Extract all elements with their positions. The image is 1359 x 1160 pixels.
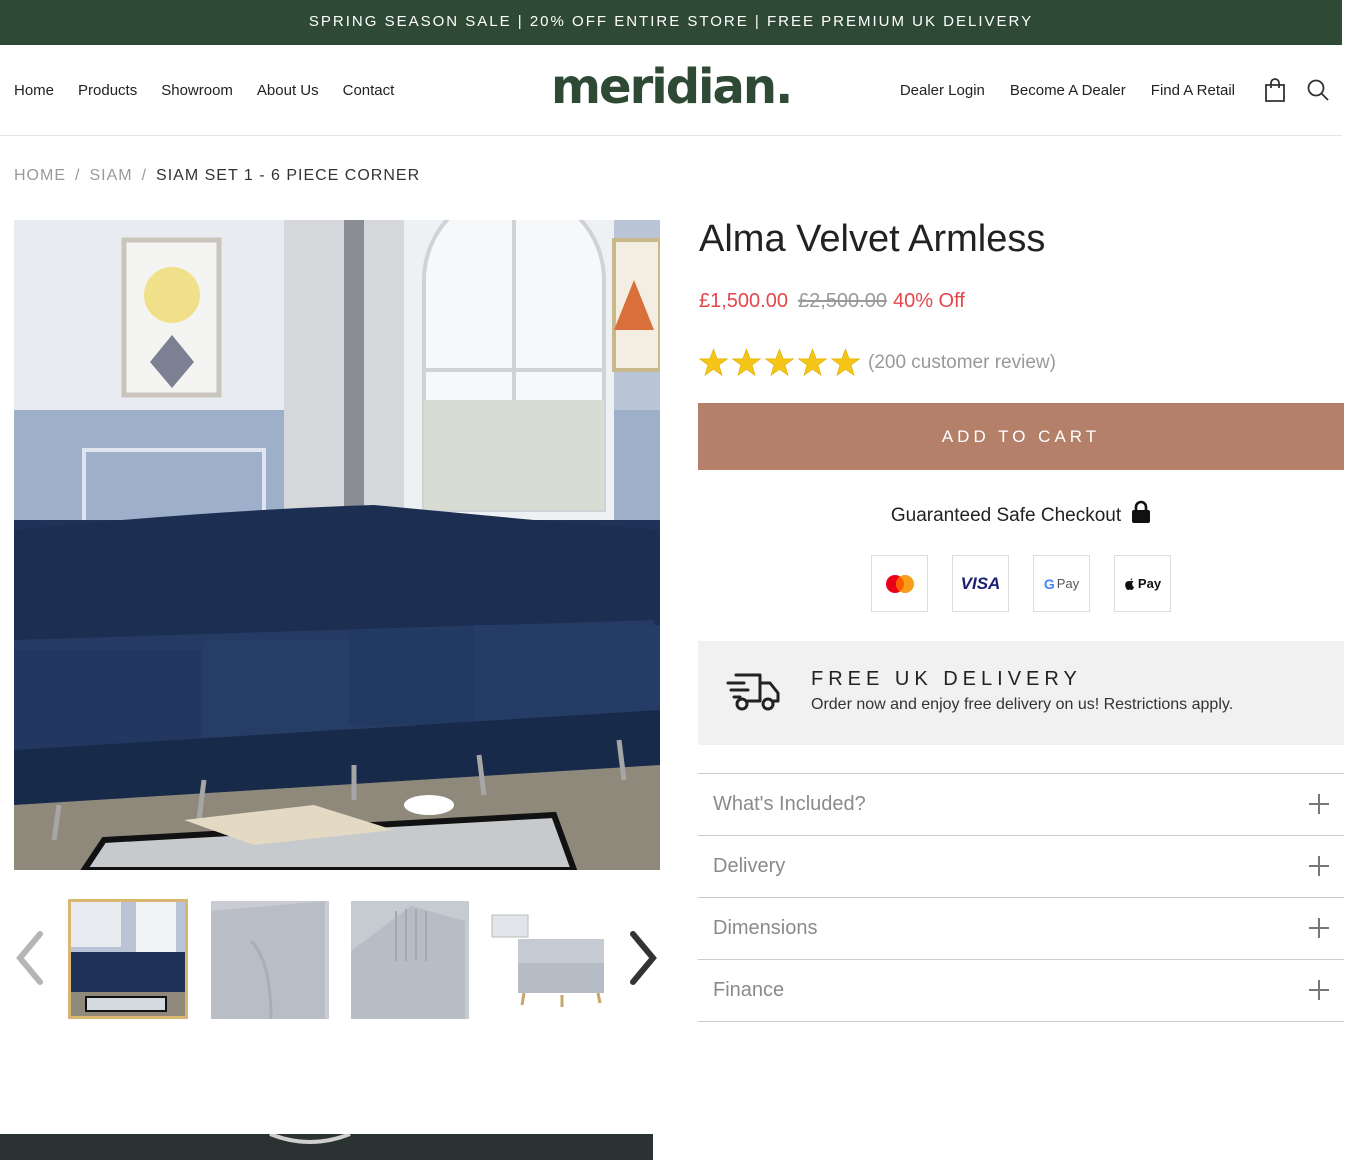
plus-icon (1309, 794, 1329, 814)
lock-icon (1132, 500, 1151, 523)
compare-price: £2,500.00 (797, 290, 887, 312)
price-row: £1,500.00 £2,500.00 40% Off (699, 290, 965, 313)
discount-badge: 40% Off (892, 290, 965, 312)
accordion-label: Delivery (713, 855, 786, 877)
accordion-delivery[interactable]: Delivery (698, 836, 1344, 898)
google-pay-icon: G Pay (1033, 555, 1090, 612)
thumbnail-1[interactable] (68, 899, 188, 1019)
apple-pay-label: Pay (1137, 576, 1162, 591)
breadcrumb-home[interactable]: HOME (14, 167, 66, 185)
search-icon[interactable] (1305, 77, 1331, 103)
product-rating[interactable]: (200 customer review) (699, 348, 1056, 377)
accordion-label: Dimensions (713, 917, 818, 939)
site-header: Home Products Showroom About Us Contact … (0, 45, 1342, 136)
star-icon (765, 348, 794, 377)
product-accordion: What's Included? Delivery Dimensions Fin… (698, 773, 1344, 1022)
delivery-truck-icon (726, 673, 780, 711)
thumbnail-image (71, 902, 185, 1016)
breadcrumb-separator: / (75, 167, 81, 184)
safe-checkout-label: Guaranteed Safe Checkout (890, 505, 1122, 526)
accordion-whats-included[interactable]: What's Included? (698, 774, 1344, 836)
accordion-finance[interactable]: Finance (698, 960, 1344, 1022)
star-icon (732, 348, 761, 377)
delivery-banner: FREE UK DELIVERY Order now and enjoy fre… (698, 641, 1344, 745)
nav-contact[interactable]: Contact (343, 82, 395, 99)
plus-icon (1309, 918, 1329, 938)
shopping-bag-icon[interactable] (1262, 77, 1288, 103)
delivery-title: FREE UK DELIVERY (811, 668, 1082, 690)
nav-home[interactable]: Home (14, 82, 54, 99)
breadcrumb-current: SIAM SET 1 - 6 PIECE CORNER (156, 167, 421, 184)
breadcrumb-separator: / (141, 167, 148, 184)
delivery-description: Order now and enjoy free delivery on us!… (811, 696, 1234, 713)
thumbnail-3[interactable] (351, 901, 469, 1019)
star-icon (831, 348, 860, 377)
chevron-right-icon[interactable] (627, 928, 659, 988)
plus-icon (1309, 856, 1329, 876)
accordion-label: What's Included? (713, 793, 866, 815)
accordion-label: Finance (713, 979, 785, 1001)
primary-nav: Home Products Showroom About Us Contact (14, 45, 394, 135)
product-main-image[interactable] (14, 220, 660, 870)
section-image-preview (0, 1134, 653, 1160)
announcement-bar: SPRING SEASON SALE | 20% OFF ENTIRE STOR… (0, 0, 1342, 45)
thumbnail-2[interactable] (211, 901, 329, 1019)
accordion-dimensions[interactable]: Dimensions (698, 898, 1344, 960)
nav-showroom[interactable]: Showroom (161, 82, 233, 99)
star-icon (699, 348, 728, 377)
breadcrumb: HOME / SIAM / SIAM SET 1 - 6 PIECE CORNE… (14, 167, 420, 185)
thumbnail-4[interactable] (490, 901, 608, 1019)
star-icon (798, 348, 827, 377)
preview-image (0, 1134, 653, 1160)
nav-find-a-retail[interactable]: Find A Retail (1151, 82, 1235, 99)
sale-price: £1,500.00 (699, 290, 788, 312)
nav-dealer-login[interactable]: Dealer Login (900, 82, 985, 99)
add-to-cart-button[interactable]: ADD TO CART (698, 403, 1344, 470)
mastercard-icon (871, 555, 928, 612)
safe-checkout: Guaranteed Safe Checkout (698, 500, 1344, 527)
thumbnail-image (351, 901, 469, 1019)
thumbnail-image (490, 901, 608, 1019)
apple-pay-icon: Pay (1114, 555, 1171, 612)
breadcrumb-siam[interactable]: SIAM (89, 167, 132, 185)
site-logo[interactable]: meridian. (551, 59, 793, 115)
google-pay-label: Pay (1056, 576, 1080, 591)
sofa-room-illustration (14, 220, 660, 870)
nav-become-a-dealer[interactable]: Become A Dealer (1010, 82, 1126, 99)
chevron-left-icon[interactable] (14, 928, 46, 988)
product-title: Alma Velvet Armless (699, 218, 1046, 260)
thumbnail-carousel (0, 898, 670, 1022)
secondary-nav: Dealer Login Become A Dealer Find A Reta… (900, 45, 1235, 135)
nav-about-us[interactable]: About Us (257, 82, 319, 99)
thumbnail-image (211, 901, 329, 1019)
nav-products[interactable]: Products (78, 82, 137, 99)
visa-icon: VISA (952, 555, 1009, 612)
review-count[interactable]: (200 customer review) (868, 352, 1056, 374)
payment-methods: VISA G Pay Pay (871, 555, 1171, 612)
plus-icon (1309, 980, 1329, 1000)
